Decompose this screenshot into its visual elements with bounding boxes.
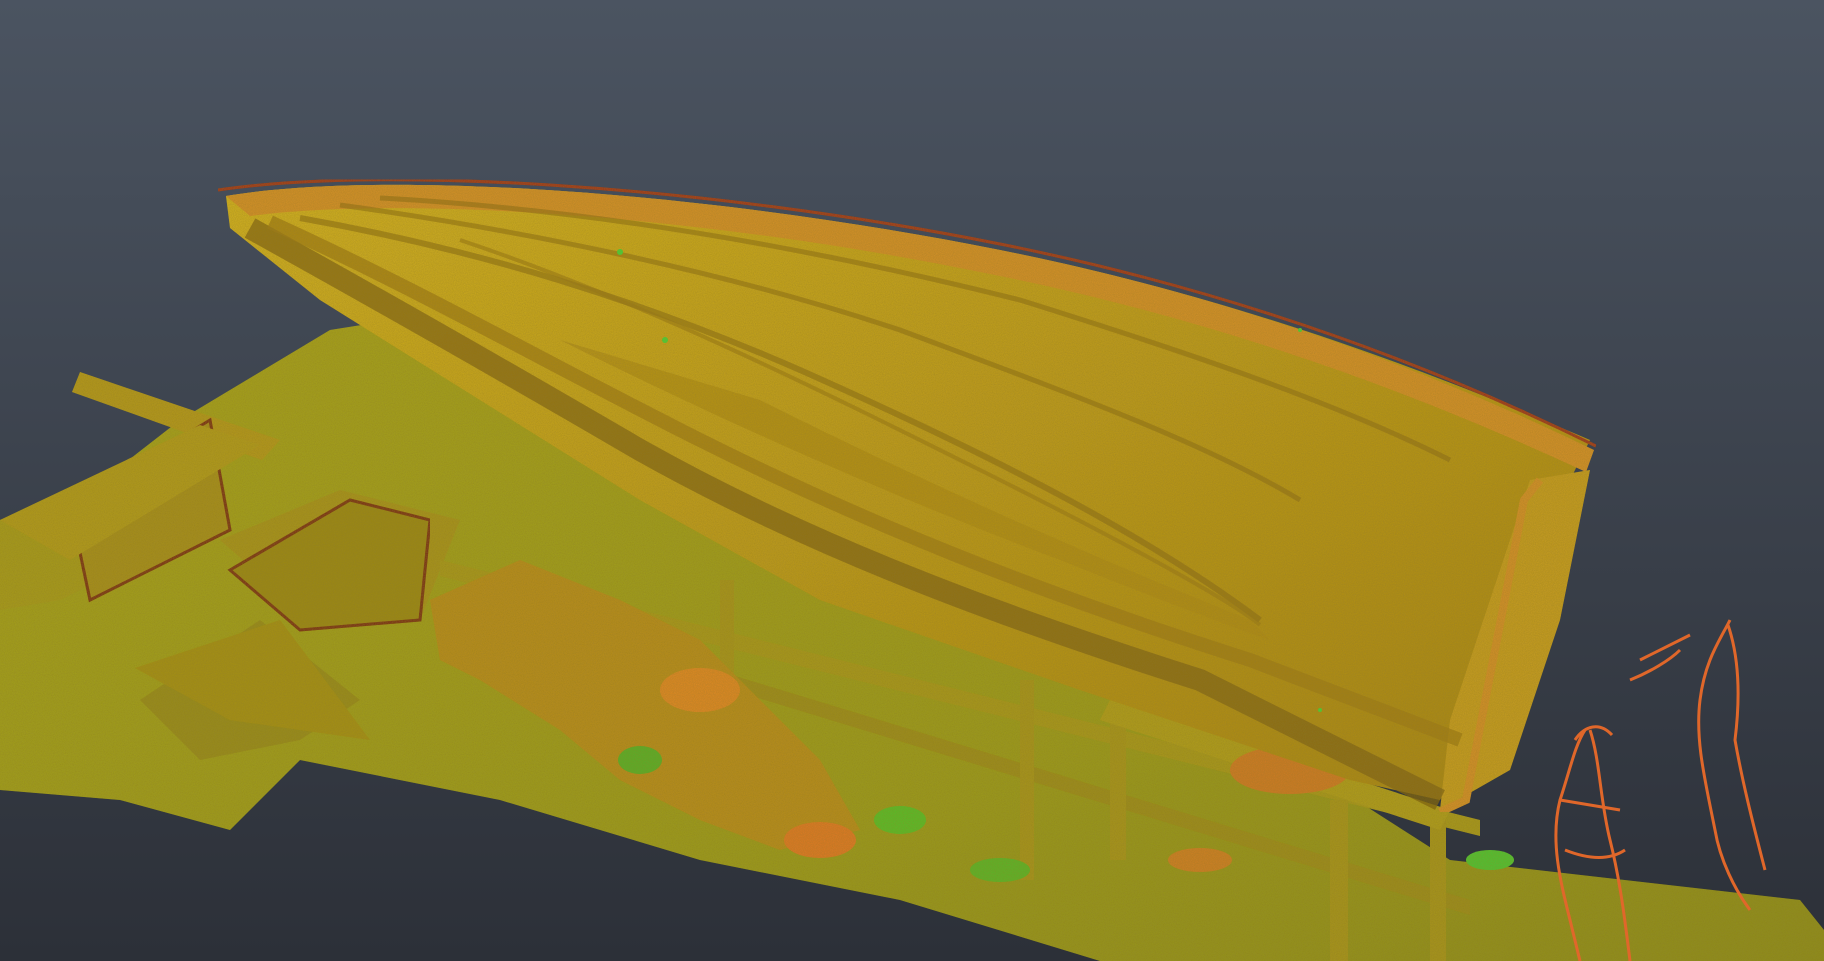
point-cloud-scene[interactable] — [0, 0, 1824, 961]
point-cloud-viewport[interactable] — [0, 0, 1824, 961]
